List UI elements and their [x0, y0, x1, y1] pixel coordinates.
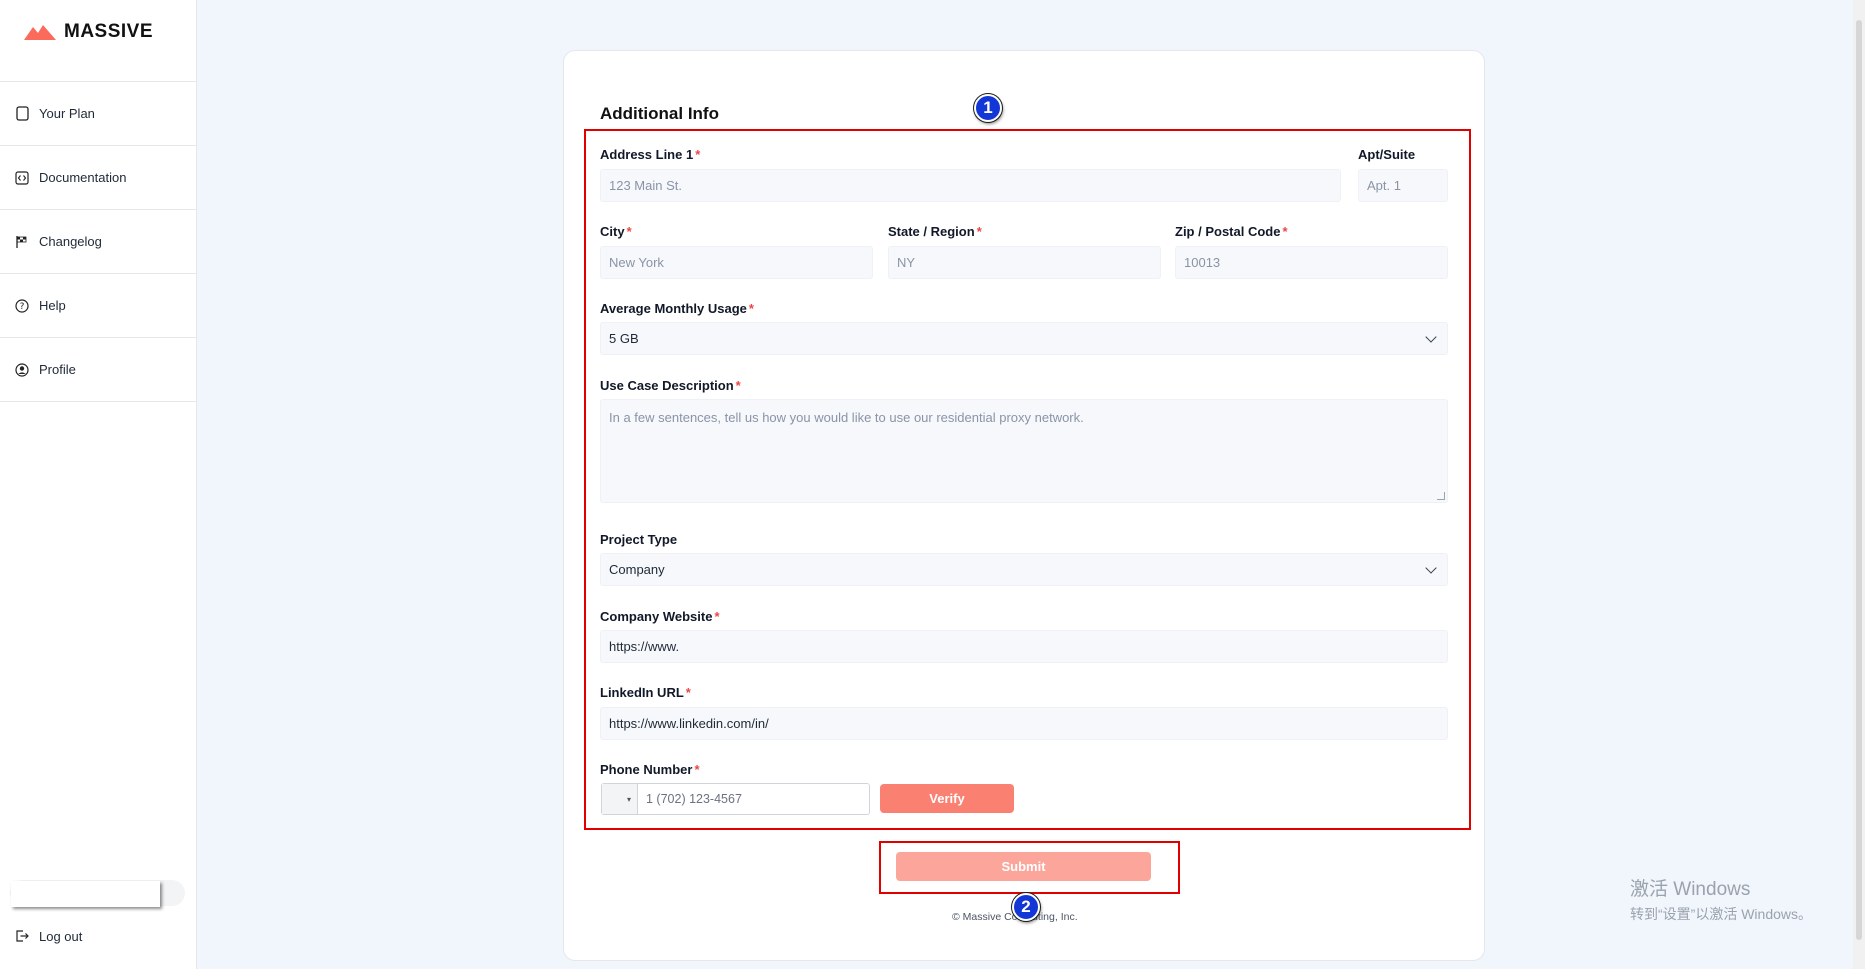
scrollbar-thumb[interactable] — [1856, 20, 1862, 940]
svg-text:?: ? — [20, 302, 25, 312]
annotation-badge-2: 2 — [1012, 893, 1040, 921]
sidebar-item-documentation[interactable]: Documentation — [0, 146, 197, 210]
sidebar-item-changelog[interactable]: Changelog — [0, 210, 197, 274]
brand-name: MASSIVE — [64, 21, 154, 42]
sidebar-widget[interactable] — [11, 881, 160, 907]
logout-link[interactable]: Log out — [14, 928, 82, 944]
sidebar: MASSIVE Your Plan Documentation Changelo… — [0, 0, 197, 969]
code-icon — [14, 170, 30, 186]
logout-icon — [14, 928, 30, 944]
sidebar-item-label: Your Plan — [39, 106, 95, 121]
annotation-box-1 — [584, 129, 1471, 830]
sidebar-item-profile[interactable]: Profile — [0, 338, 197, 402]
brand-logo[interactable]: MASSIVE — [24, 20, 153, 44]
sidebar-item-label: Help — [39, 298, 66, 313]
watermark-line1: 激活 Windows — [1630, 879, 1751, 900]
help-icon: ? — [14, 298, 30, 314]
sidebar-item-your-plan[interactable]: Your Plan — [0, 82, 197, 146]
sidebar-item-label: Documentation — [39, 170, 127, 185]
document-icon — [14, 106, 30, 122]
flag-icon — [14, 234, 30, 250]
windows-activation-watermark: 激活 Windows 转到“设置”以激活 Windows。 — [1630, 874, 1812, 924]
sidebar-nav: Your Plan Documentation Changelog ? Help… — [0, 81, 197, 402]
annotation-box-2 — [879, 841, 1180, 894]
sidebar-item-label: Profile — [39, 362, 76, 377]
watermark-line2: 转到“设置”以激活 Windows。 — [1630, 906, 1813, 922]
user-circle-icon — [14, 362, 30, 378]
logout-label: Log out — [39, 928, 83, 944]
sidebar-item-help[interactable]: ? Help — [0, 274, 197, 338]
form-title: Additional Info — [600, 104, 719, 123]
sidebar-item-label: Changelog — [39, 234, 102, 249]
annotation-badge-1: 1 — [974, 94, 1002, 122]
mountain-logo-icon — [24, 25, 56, 40]
